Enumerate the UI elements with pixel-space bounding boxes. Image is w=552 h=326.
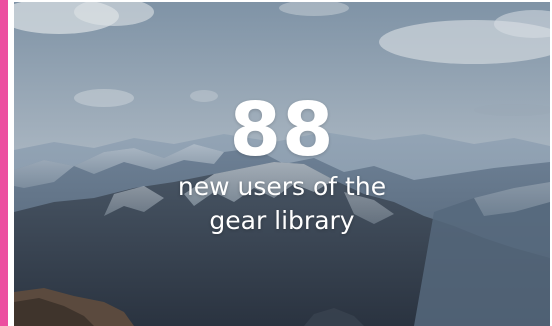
stat-number: 88	[229, 87, 335, 173]
stat-caption-line-1: new users of the	[177, 172, 387, 201]
stat-card: 88 new users of the gear library	[0, 0, 552, 326]
stat-caption-line-2: gear library	[209, 206, 355, 235]
stat-overlay: 88 new users of the gear library	[14, 2, 550, 326]
accent-bar	[0, 0, 8, 326]
stat-caption: new users of the gear library	[132, 170, 432, 238]
